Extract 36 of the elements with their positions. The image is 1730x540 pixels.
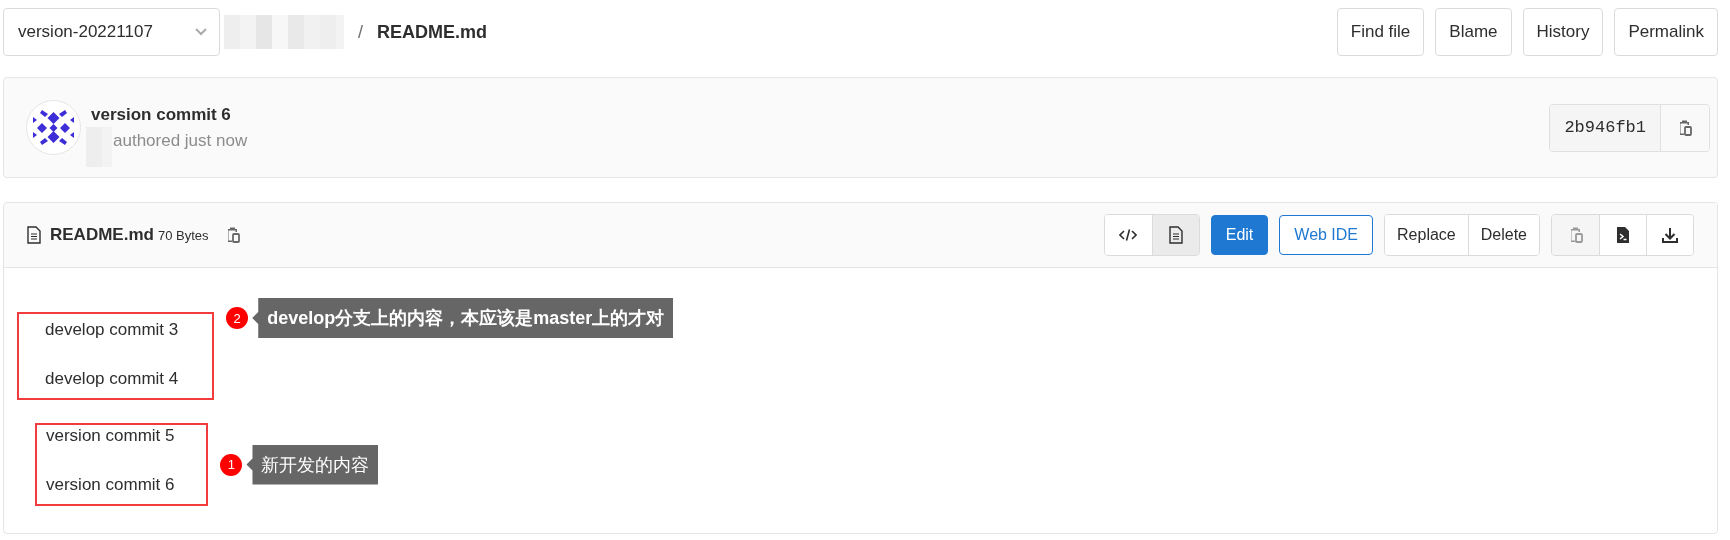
number-badge: 2 (226, 307, 249, 329)
header-button[interactable]: History (1522, 8, 1604, 56)
file-size: 70 Bytes (157, 227, 209, 243)
file-name: README.md (50, 225, 154, 245)
commit-meta: authored just now (112, 130, 248, 151)
content-line: version commit 6 (46, 474, 175, 496)
commit-sha: 2b946fb1 (1550, 104, 1661, 151)
download-icon (1661, 226, 1679, 244)
identicon-avatar (26, 100, 81, 155)
action-button[interactable]: Edit (1210, 215, 1269, 255)
document-icon (1167, 226, 1184, 244)
view-mode-button[interactable] (1151, 215, 1199, 255)
annotation-callout: 新开发的内容 (246, 444, 379, 485)
commit-title[interactable]: version commit 6 (91, 104, 248, 125)
action-button[interactable]: Delete (1467, 215, 1539, 255)
toolbar-button[interactable] (1599, 215, 1646, 255)
header-button[interactable]: Find file (1336, 8, 1425, 56)
header-button[interactable]: Permalink (1614, 8, 1718, 56)
action-button[interactable]: Replace (1385, 215, 1468, 255)
content-line: develop commit 3 (45, 319, 179, 341)
content-line: version commit 5 (46, 425, 175, 447)
path-separator: / (358, 21, 363, 43)
branch-dropdown[interactable]: version-20221107 (3, 8, 220, 56)
terminal-file-icon (1615, 226, 1631, 244)
chevron-down-icon (195, 28, 207, 36)
breadcrumb-file-name: README.md (377, 21, 488, 43)
file-icon (26, 226, 42, 244)
content-line: develop commit 4 (45, 368, 179, 390)
view-mode-button[interactable] (1104, 215, 1152, 255)
header-button[interactable]: Blame (1435, 8, 1512, 56)
copy-icon (1677, 118, 1693, 137)
toolbar-button[interactable] (1646, 215, 1693, 255)
annotation-callout: develop分支上的内容，本应该是master上的才对 (252, 298, 674, 338)
action-button[interactable]: Web IDE (1279, 215, 1374, 255)
code-icon (1119, 228, 1138, 242)
number-badge: 1 (220, 453, 243, 476)
